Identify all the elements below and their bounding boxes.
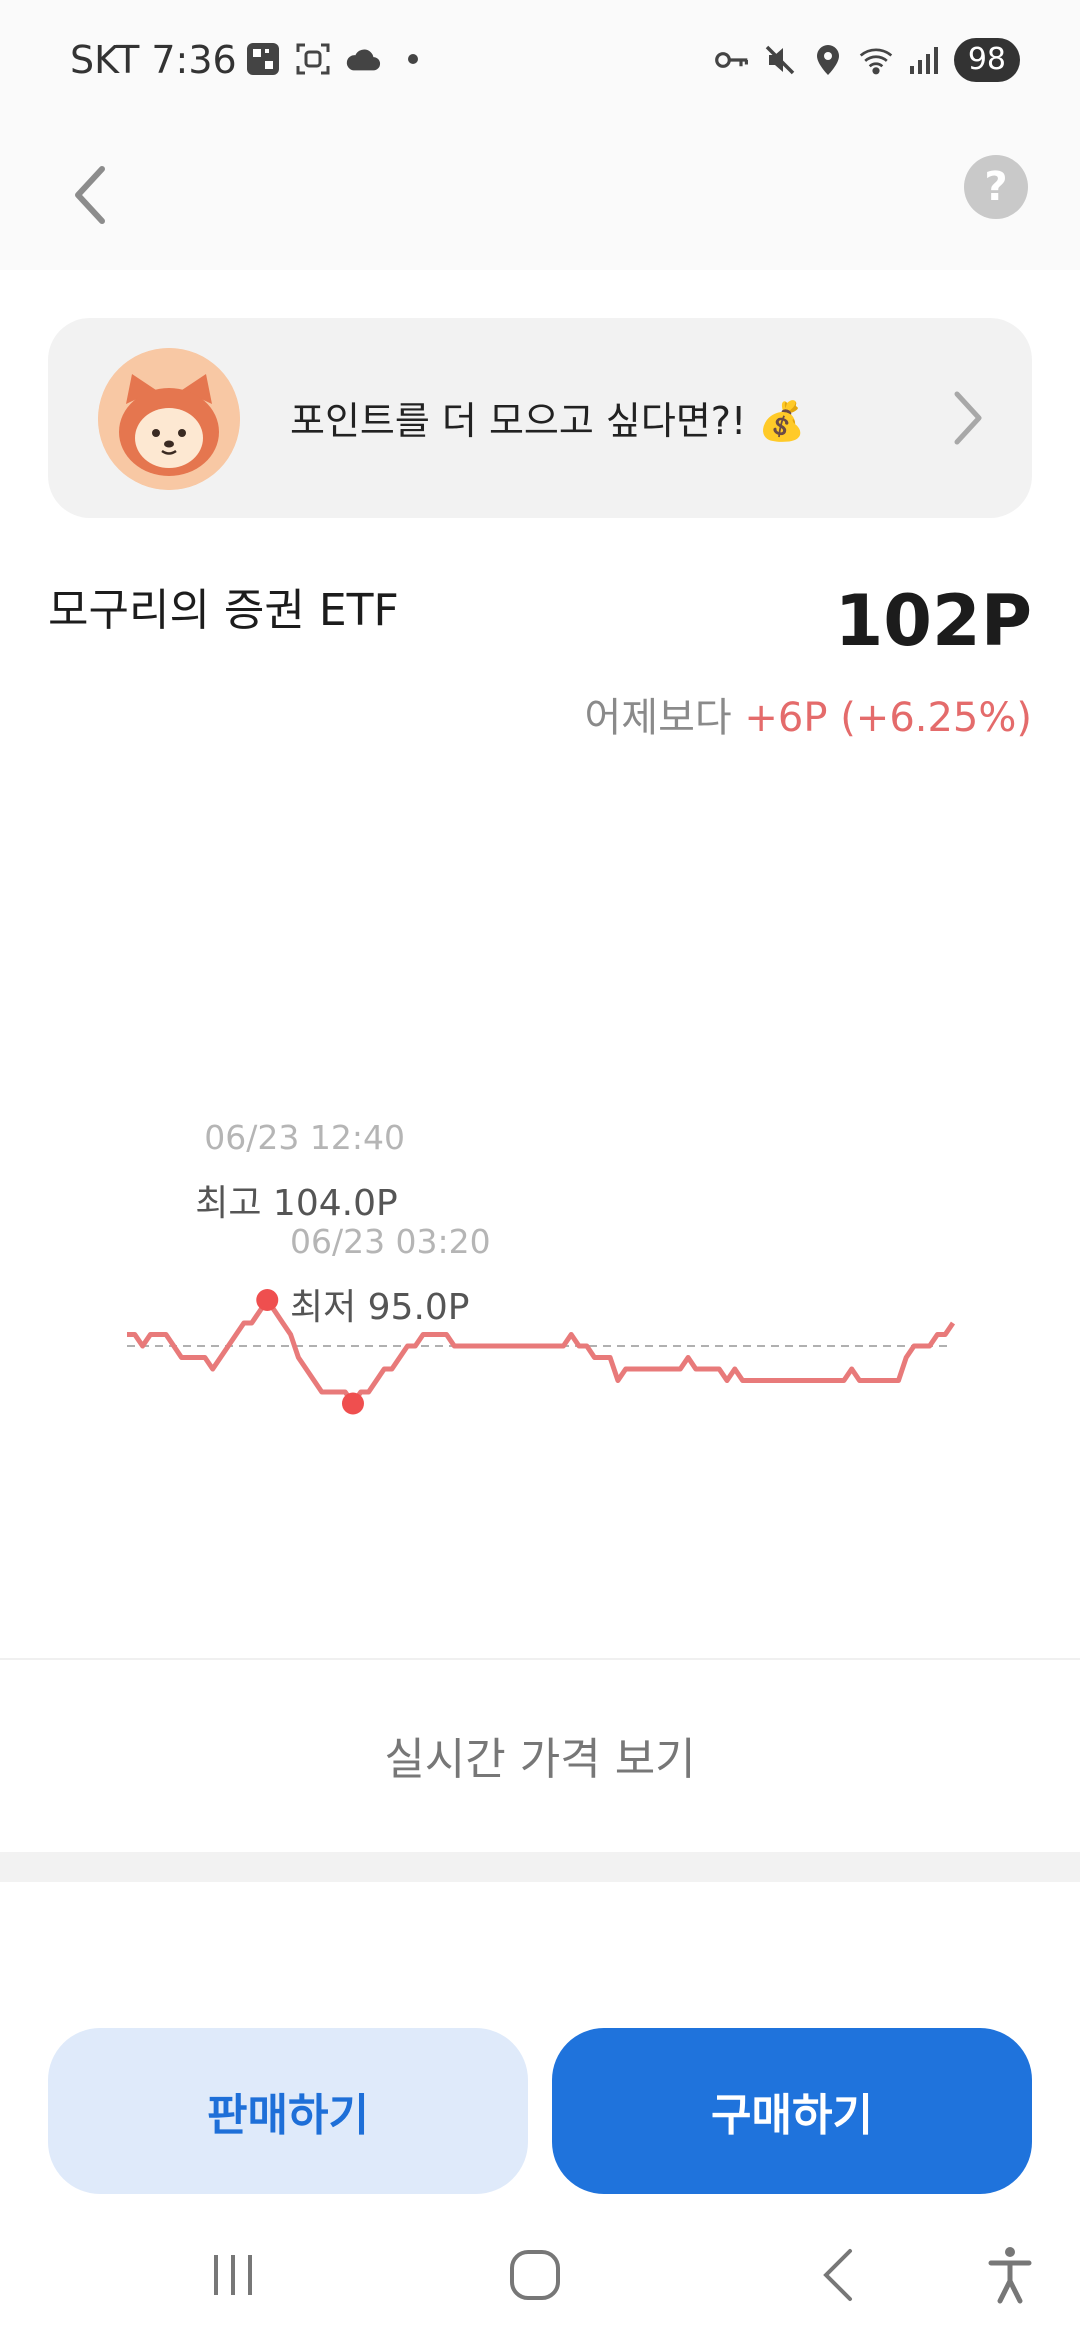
price-series-line	[127, 1297, 956, 1406]
recent-apps-button[interactable]	[193, 2240, 273, 2310]
help-button[interactable]: ?	[964, 155, 1028, 219]
key-icon	[714, 43, 750, 77]
app-bar: ?	[0, 120, 1080, 270]
buy-button[interactable]: 구매하기	[552, 2028, 1032, 2194]
chevron-right-icon	[954, 391, 982, 445]
realtime-price-button[interactable]: 실시간 가격 보기	[0, 1660, 1080, 1850]
question-icon: ?	[984, 164, 1008, 210]
status-time: SKT 7:36	[70, 38, 237, 82]
low-point-marker	[341, 1392, 364, 1415]
promo-banner[interactable]: 포인트를 더 모으고 싶다면?! 💰	[48, 318, 1032, 518]
location-icon	[810, 43, 846, 77]
fund-name: 모구리의 증권 ETF	[48, 585, 399, 636]
price-chart-svg	[127, 1289, 956, 1415]
promo-text: 포인트를 더 모으고 싶다면?! 💰	[290, 399, 806, 443]
mute-icon	[762, 43, 798, 77]
fund-change: 어제보다 +6P (+6.25%)	[584, 685, 1032, 743]
price-chart: 06/23 12:40 최고 104.0P 06/23 03:20 최저 95.…	[0, 1080, 1080, 1440]
chevron-left-icon	[75, 166, 105, 224]
accessibility-icon	[988, 2247, 1032, 2304]
system-nav-bar	[0, 2200, 1080, 2340]
high-point-marker	[256, 1289, 279, 1311]
high-date-label: 06/23 12:40	[204, 1118, 405, 1157]
fund-price: 102P	[834, 580, 1032, 662]
cloud-icon	[345, 42, 381, 76]
system-back-button[interactable]	[798, 2240, 878, 2310]
signal-icon	[906, 43, 942, 77]
high-value-label: 최고 104.0P	[195, 1183, 398, 1224]
back-arrow-icon	[823, 2249, 852, 2301]
back-button[interactable]	[55, 155, 125, 235]
battery-indicator: 98	[953, 38, 1020, 82]
raccoon-avatar	[98, 348, 240, 490]
home-icon	[510, 2250, 560, 2300]
scan-icon	[295, 42, 331, 76]
status-bar: SKT 7:36 98	[0, 0, 1080, 120]
wifi-icon	[858, 43, 894, 77]
low-date-label: 06/23 03:20	[289, 1221, 491, 1261]
accessibility-button[interactable]	[970, 2240, 1050, 2310]
dot-icon	[395, 42, 431, 76]
status-icons-left	[245, 42, 431, 76]
change-value: +6P (+6.25%)	[744, 695, 1032, 741]
status-icons-right: 98	[714, 38, 1020, 82]
home-button[interactable]	[495, 2240, 575, 2310]
qr-app-icon	[245, 42, 281, 76]
sell-button[interactable]: 판매하기	[48, 2028, 528, 2194]
change-prefix: 어제보다	[584, 695, 732, 741]
section-divider	[0, 1852, 1080, 1882]
recent-apps-icon	[214, 2255, 252, 2295]
low-value-label: 최저 95.0P	[289, 1286, 470, 1328]
